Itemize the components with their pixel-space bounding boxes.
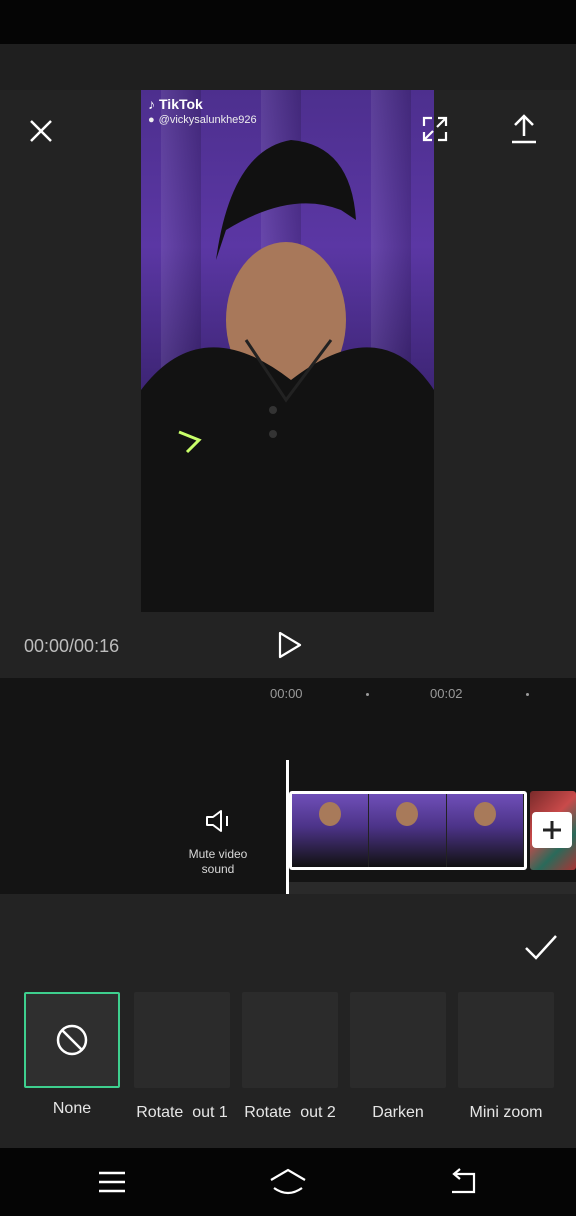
animation-darken[interactable]: Darken: [350, 992, 446, 1122]
menu-icon: [99, 1171, 125, 1193]
confirm-button[interactable]: [522, 930, 560, 966]
plus-icon: [543, 821, 561, 839]
user-icon: ●: [148, 114, 155, 126]
clip-thumbnail: [369, 794, 447, 867]
animation-rotate-out-2[interactable]: Rotate out 2: [242, 992, 338, 1122]
video-preview[interactable]: [141, 90, 434, 612]
video-clip[interactable]: [289, 791, 527, 870]
watermark-user: @vickysalunkhe926: [158, 114, 257, 126]
fullscreen-button[interactable]: [416, 110, 454, 148]
home-icon: [270, 1168, 306, 1195]
animation-thumb: [24, 992, 120, 1088]
clip-thumbnail: [446, 794, 524, 867]
back-button[interactable]: [444, 1164, 484, 1200]
animation-mini-zoom[interactable]: Mini zoom: [458, 992, 554, 1122]
ban-icon: [56, 1024, 88, 1056]
home-button[interactable]: [268, 1164, 308, 1200]
animation-label: Rotate out 1: [136, 1104, 228, 1121]
play-button[interactable]: [274, 628, 306, 662]
animation-label: Mini zoom: [469, 1104, 543, 1121]
back-icon: [452, 1168, 476, 1194]
animation-thumb: [242, 992, 338, 1088]
ruler-dot: [366, 693, 369, 696]
export-icon: [512, 114, 536, 144]
mute-label: Mute video sound: [188, 847, 248, 876]
time-ruler[interactable]: 00:00 00:02: [0, 678, 576, 714]
mute-video-sound-button[interactable]: Mute video sound: [176, 806, 260, 877]
ruler-dot: [526, 693, 529, 696]
speaker-icon: [206, 810, 228, 832]
check-icon: [525, 935, 557, 960]
time-readout: 00:00/00:16: [24, 636, 120, 656]
tiktok-watermark: ♪ TikTok ● @vickysalunkhe926: [148, 96, 257, 126]
video-subject: [141, 140, 434, 612]
close-icon: [30, 120, 52, 142]
top-strip: [0, 44, 576, 90]
animation-thumb: [458, 992, 554, 1088]
ruler-mark-1: 00:02: [430, 686, 463, 701]
ruler-mark-0: 00:00: [270, 686, 303, 701]
status-bar: [0, 0, 576, 44]
add-clip-button[interactable]: [532, 812, 572, 848]
animation-label: None: [52, 1100, 92, 1117]
fullscreen-icon: [422, 116, 448, 142]
playhead[interactable]: [286, 760, 289, 894]
animation-label: Darken: [372, 1104, 424, 1121]
animation-none[interactable]: None: [24, 992, 120, 1118]
watermark-brand: TikTok: [159, 96, 203, 112]
menu-button[interactable]: [92, 1164, 132, 1200]
close-button[interactable]: [22, 112, 60, 150]
clip-thumbnail: [292, 794, 370, 867]
animation-label: Rotate out 2: [244, 1104, 336, 1121]
tiktok-logo-icon: ♪: [148, 96, 155, 112]
animation-thumb: [134, 992, 230, 1088]
animation-thumb: [350, 992, 446, 1088]
play-icon: [278, 631, 302, 659]
export-button[interactable]: [504, 108, 544, 148]
audio-track[interactable]: [289, 882, 576, 894]
animation-rotate-out-1[interactable]: Rotate out 1: [134, 992, 230, 1122]
